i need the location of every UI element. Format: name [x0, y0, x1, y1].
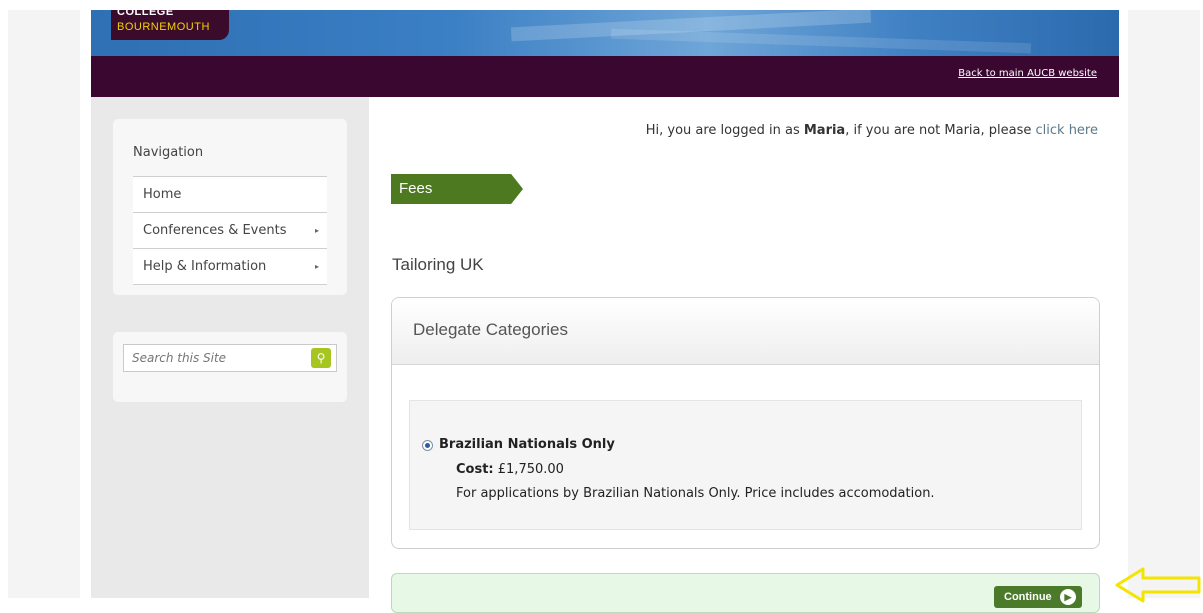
continue-button[interactable]: Continue ▶	[994, 586, 1082, 608]
category-description: For applications by Brazilian Nationals …	[456, 486, 935, 501]
logo-line1: COLLEGE	[117, 10, 174, 18]
navigation-box: Navigation Home Conferences & Events ▸ H…	[113, 119, 347, 295]
navigation-list: Home Conferences & Events ▸ Help & Infor…	[133, 176, 327, 285]
college-logo[interactable]: COLLEGE BOURNEMOUTH	[111, 10, 229, 40]
search-icon: ⚲	[316, 351, 326, 365]
nav-item-help-information[interactable]: Help & Information ▸	[133, 249, 327, 285]
search-button[interactable]: ⚲	[311, 348, 331, 368]
back-to-main-link[interactable]: Back to main AUCB website	[958, 68, 1097, 79]
continue-panel: Continue ▶	[391, 573, 1100, 613]
login-greeting: Hi, you are logged in as Maria, if you a…	[645, 123, 1098, 138]
search-box: ⚲	[113, 332, 347, 402]
left-arrow-icon	[1115, 567, 1201, 603]
navigation-title: Navigation	[133, 145, 204, 160]
nav-item-home[interactable]: Home	[133, 177, 327, 213]
chevron-right-icon: ▸	[314, 262, 319, 271]
click-here-link[interactable]: click here	[1036, 123, 1098, 138]
header-banner: COLLEGE BOURNEMOUTH	[91, 10, 1119, 56]
category-radio[interactable]	[422, 440, 433, 451]
nav-item-label: Home	[143, 187, 182, 202]
search-input[interactable]	[123, 344, 337, 372]
category-cost: Cost: £1,750.00	[456, 462, 564, 477]
top-bar: Back to main AUCB website	[91, 56, 1119, 97]
category-option[interactable]: Brazilian Nationals Only Cost: £1,750.00…	[409, 400, 1082, 530]
category-name: Brazilian Nationals Only	[439, 437, 615, 452]
sidebar: Navigation Home Conferences & Events ▸ H…	[91, 97, 369, 598]
logo-line2: BOURNEMOUTH	[117, 21, 210, 33]
nav-item-label: Conferences & Events	[143, 223, 287, 238]
categories-header: Delegate Categories	[392, 298, 1099, 365]
nav-item-label: Help & Information	[143, 259, 267, 274]
user-name: Maria	[803, 123, 846, 138]
chevron-right-icon: ▸	[314, 226, 319, 235]
continue-label: Continue	[1004, 591, 1052, 603]
nav-item-conferences-events[interactable]: Conferences & Events ▸	[133, 213, 327, 249]
arrow-circle-icon: ▶	[1060, 589, 1076, 605]
event-title: Tailoring UK	[392, 255, 484, 274]
delegate-categories-panel: Delegate Categories Brazilian Nationals …	[391, 297, 1100, 549]
fees-section-tab: Fees	[391, 174, 523, 204]
categories-title: Delegate Categories	[413, 320, 568, 339]
